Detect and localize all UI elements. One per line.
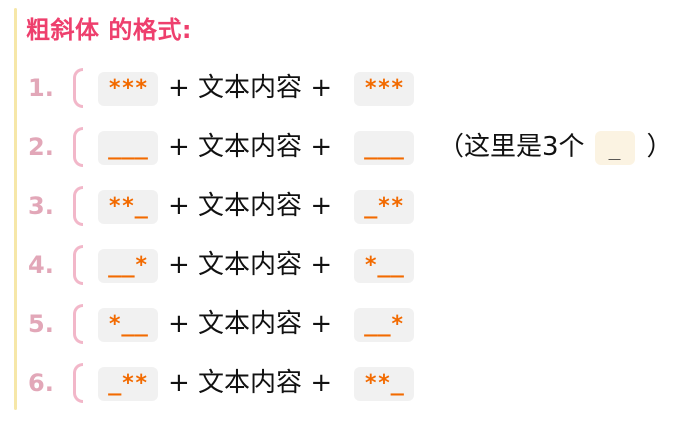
middle-text: + 文本内容 + [168, 73, 333, 103]
right-code-chip: *** [354, 72, 414, 106]
right-code-chip: __* [354, 308, 414, 342]
middle-text: + 文本内容 + [168, 368, 333, 398]
bracket-icon [73, 304, 83, 344]
left-code-chip: ___ [98, 131, 158, 165]
right-code-chip: **_ [354, 367, 414, 401]
format-list: 1. *** + 文本内容 + *** 2. ___ + 文本内容 + ___ … [28, 66, 674, 420]
item-number: 3. [28, 192, 54, 220]
bracket-icon [73, 68, 83, 108]
item-number: 2. [28, 133, 54, 161]
right-code-chip: _** [354, 190, 414, 224]
right-code-chip: ___ [354, 131, 414, 165]
note-text: （这里是3个 _ ） [438, 127, 673, 167]
middle-text: + 文本内容 + [168, 250, 333, 280]
left-code-chip: __* [98, 249, 158, 283]
left-code-chip: _** [98, 367, 158, 401]
list-item: 4. __* + 文本内容 + *__ [28, 243, 674, 302]
item-number: 6. [28, 369, 54, 397]
item-number: 4. [28, 251, 54, 279]
middle-text: + 文本内容 + [168, 309, 333, 339]
item-number: 1. [28, 74, 54, 102]
bracket-icon [73, 245, 83, 285]
middle-text: + 文本内容 + [168, 132, 333, 162]
left-accent-rule [14, 8, 17, 410]
middle-text: + 文本内容 + [168, 191, 333, 221]
list-item: 2. ___ + 文本内容 + ___ （这里是3个 _ ） [28, 125, 674, 184]
bracket-icon [73, 186, 83, 226]
list-item: 1. *** + 文本内容 + *** [28, 66, 674, 125]
left-code-chip: *** [98, 72, 158, 106]
left-code-chip: **_ [98, 190, 158, 224]
section-title: 粗斜体 的格式: [26, 16, 192, 44]
list-item: 3. **_ + 文本内容 + _** [28, 184, 674, 243]
left-code-chip: *__ [98, 308, 158, 342]
list-item: 5. *__ + 文本内容 + __* [28, 302, 674, 361]
note-prefix: （这里是3个 [438, 132, 585, 162]
list-item: 6. _** + 文本内容 + **_ [28, 361, 674, 420]
bracket-icon [73, 127, 83, 167]
item-number: 5. [28, 310, 54, 338]
right-code-chip: *__ [354, 249, 414, 283]
note-suffix: ） [646, 132, 673, 162]
content-card: 粗斜体 的格式: 1. *** + 文本内容 + *** 2. ___ + 文本… [14, 8, 674, 410]
bracket-icon [73, 363, 83, 403]
note-code-chip: _ [594, 130, 635, 165]
